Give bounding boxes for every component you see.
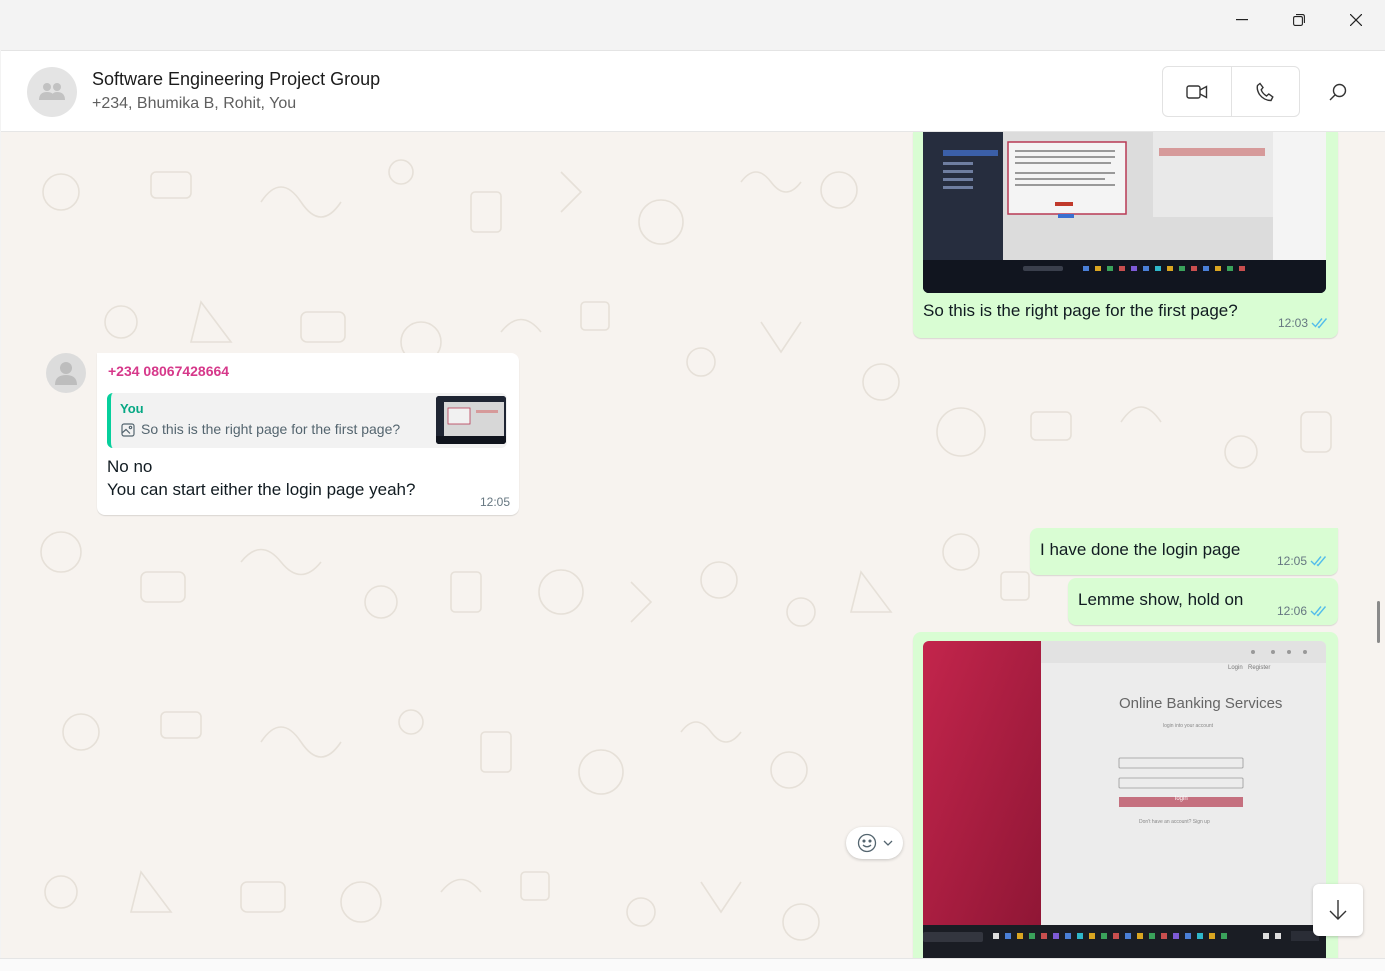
group-avatar[interactable]	[27, 67, 77, 117]
reaction-button[interactable]	[846, 827, 903, 859]
minimize-icon[interactable]	[1214, 0, 1270, 40]
read-receipt-icon	[1311, 318, 1328, 329]
photo-login-button-label: login	[1175, 796, 1188, 802]
close-icon[interactable]	[1328, 0, 1384, 40]
scrollbar-thumb[interactable]	[1377, 601, 1380, 643]
arrow-down-icon	[1329, 900, 1347, 920]
message-time: 12:05	[480, 495, 511, 509]
message-text: Lemme show, hold on	[1078, 590, 1244, 609]
read-receipt-icon	[1310, 556, 1327, 567]
login-page-photo[interactable]: Login Register Online Banking Services l…	[923, 641, 1326, 958]
scroll-to-bottom-button[interactable]	[1313, 884, 1363, 936]
emoji-icon	[857, 833, 876, 853]
quoted-message[interactable]: You So this is the right page for the fi…	[107, 393, 507, 448]
window-title-bar	[0, 0, 1385, 50]
call-buttons	[1162, 66, 1300, 117]
message-text: I have done the login page	[1040, 540, 1241, 559]
image-icon	[121, 423, 135, 437]
message-bubble-outgoing[interactable]: So this is the right page for the first …	[913, 132, 1338, 338]
webpage-screenshot-photo	[923, 132, 1326, 293]
voice-call-button[interactable]	[1232, 67, 1300, 116]
chat-header: Software Engineering Project Group +234,…	[1, 50, 1385, 132]
quote-thumbnail	[436, 396, 506, 444]
message-time: 12:03	[1278, 316, 1309, 330]
screenshot-image[interactable]	[923, 132, 1326, 293]
chat-title[interactable]: Software Engineering Project Group	[92, 69, 380, 90]
quote-author: You	[120, 401, 144, 416]
photo-page-title: Online Banking Services	[1119, 695, 1283, 712]
thumbnail-image	[436, 396, 506, 444]
sender-name[interactable]: +234 08067428664	[108, 363, 229, 379]
group-members[interactable]: +234, Bhumika B, Rohit, You	[92, 95, 296, 113]
photo-page-subtitle: login into your account	[1163, 723, 1214, 729]
message-bubble-outgoing[interactable]: Lemme show, hold on 12:06	[1068, 578, 1338, 625]
read-receipt-icon	[1310, 606, 1327, 617]
message-bubble-incoming[interactable]: +234 08067428664 You So this is the righ…	[97, 353, 519, 515]
message-bubble-outgoing[interactable]: Login Register Online Banking Services l…	[913, 632, 1338, 958]
photo-nav-register: Register	[1248, 665, 1271, 671]
person-icon	[55, 362, 77, 385]
quote-text: So this is the right page for the first …	[141, 421, 401, 437]
message-text-line: You can start either the login page yeah…	[107, 480, 416, 499]
message-text: So this is the right page for the first …	[923, 301, 1238, 320]
message-bubble-outgoing[interactable]: I have done the login page 12:05	[1030, 528, 1338, 575]
laptop-screen-photo	[923, 641, 1326, 958]
message-time: 12:05	[1277, 554, 1308, 568]
photo-footer-text: Don't have an account? Sign up	[1139, 819, 1210, 825]
video-call-icon	[1186, 84, 1207, 99]
group-icon	[39, 83, 65, 100]
video-call-button[interactable]	[1163, 67, 1231, 116]
message-text-line: No no	[107, 457, 153, 476]
chevron-down-icon	[883, 840, 892, 846]
search-icon	[1329, 83, 1347, 101]
sender-avatar[interactable]	[46, 353, 86, 393]
composer-edge	[0, 958, 1385, 971]
message-time: 12:06	[1277, 604, 1308, 618]
message-list[interactable]: So this is the right page for the first …	[1, 132, 1385, 958]
search-button[interactable]	[1319, 73, 1357, 111]
photo-nav-login: Login	[1228, 665, 1243, 671]
restore-icon[interactable]	[1271, 0, 1327, 40]
voice-call-icon	[1256, 82, 1274, 101]
